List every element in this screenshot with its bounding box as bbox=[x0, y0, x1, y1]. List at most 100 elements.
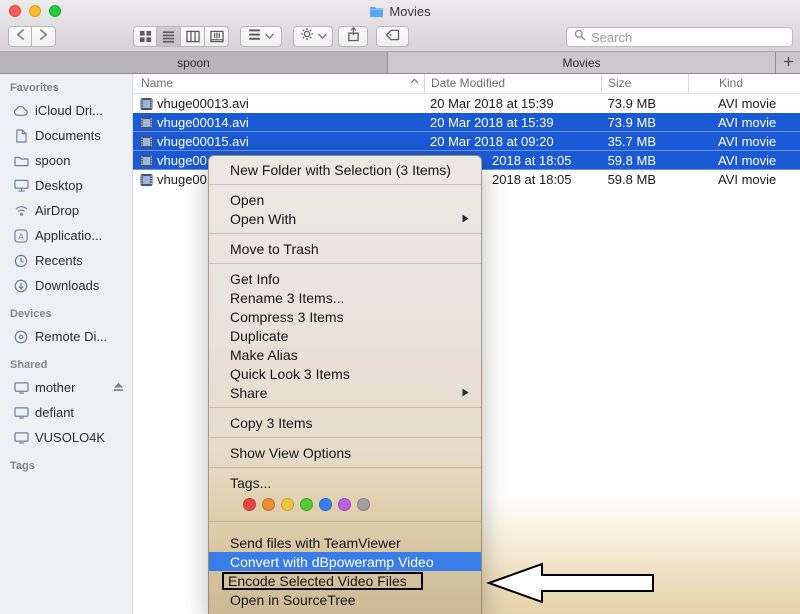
back-button[interactable] bbox=[8, 26, 32, 47]
tag-red[interactable] bbox=[243, 498, 256, 511]
search-icon bbox=[574, 28, 586, 46]
group-button[interactable] bbox=[240, 26, 282, 47]
menu-separator bbox=[209, 184, 481, 185]
sidebar-item-desktop[interactable]: Desktop bbox=[0, 173, 132, 198]
sidebar-item-downloads[interactable]: Downloads bbox=[0, 273, 132, 298]
sidebar-item-defiant[interactable]: defiant bbox=[0, 400, 132, 425]
column-header-size[interactable]: Size bbox=[601, 74, 688, 93]
forward-button[interactable] bbox=[32, 26, 56, 47]
menu-item-label: Rename 3 Items... bbox=[230, 290, 471, 306]
table-row[interactable]: vhuge00015.avi 20 Mar 2018 at 09:20 35.7… bbox=[133, 132, 800, 151]
movie-file-icon bbox=[140, 97, 153, 111]
menu-item-open-with[interactable]: Open With bbox=[209, 209, 481, 228]
file-size: 59.8 MB bbox=[601, 170, 688, 189]
submenu-arrow-icon bbox=[462, 388, 469, 397]
menu-item-open[interactable]: Open bbox=[209, 190, 481, 209]
menu-item-show-view-options[interactable]: Show View Options bbox=[209, 443, 481, 462]
file-size: 73.9 MB bbox=[601, 94, 688, 113]
tab-spoon[interactable]: spoon bbox=[0, 52, 388, 73]
eject-button[interactable] bbox=[113, 382, 124, 392]
list-view-button[interactable] bbox=[157, 26, 181, 47]
movie-file-icon bbox=[140, 154, 153, 168]
sidebar-item-label: Downloads bbox=[35, 278, 99, 293]
tab-bar: spoon Movies bbox=[0, 52, 800, 74]
file-kind: AVI movie bbox=[688, 170, 800, 189]
sidebar-item-applications[interactable]: AApplicatio... bbox=[0, 223, 132, 248]
tag-purple[interactable] bbox=[338, 498, 351, 511]
annotation-left-arrow-icon bbox=[486, 561, 656, 605]
tag-green[interactable] bbox=[300, 498, 313, 511]
menu-item-make-alias[interactable]: Make Alias bbox=[209, 345, 481, 364]
tag-gray[interactable] bbox=[357, 498, 370, 511]
menu-item-copy[interactable]: Copy 3 Items bbox=[209, 413, 481, 432]
icon-view-button[interactable] bbox=[133, 26, 157, 47]
menu-item-compress[interactable]: Compress 3 Items bbox=[209, 307, 481, 326]
sidebar-item-label: Documents bbox=[35, 128, 101, 143]
coverflow-view-button[interactable] bbox=[205, 26, 229, 47]
share-button[interactable] bbox=[338, 26, 368, 47]
movie-file-icon bbox=[140, 116, 153, 130]
chevron-right-icon bbox=[38, 28, 49, 46]
column-label: Name bbox=[141, 76, 173, 90]
sidebar-item-mother[interactable]: mother bbox=[0, 375, 132, 400]
file-name: vhuge00015.avi bbox=[157, 132, 249, 151]
column-view-button[interactable] bbox=[181, 26, 205, 47]
sidebar-item-label: iCloud Dri... bbox=[35, 103, 103, 118]
tag-button[interactable] bbox=[376, 26, 409, 47]
menu-item-convert-dbpoweramp[interactable]: Convert with dBpoweramp Video bbox=[209, 552, 481, 571]
group-by-icon bbox=[248, 28, 261, 46]
menu-item-get-info[interactable]: Get Info bbox=[209, 269, 481, 288]
tab-movies[interactable]: Movies bbox=[388, 52, 776, 73]
table-row[interactable]: vhuge00013.avi 20 Mar 2018 at 15:39 73.9… bbox=[133, 94, 800, 113]
menu-item-new-folder-with-selection[interactable]: New Folder with Selection (3 Items) bbox=[209, 160, 481, 179]
menu-item-send-teamviewer[interactable]: Send files with TeamViewer bbox=[209, 533, 481, 552]
sidebar-item-label: mother bbox=[35, 380, 75, 395]
sidebar-item-recents[interactable]: Recents bbox=[0, 248, 132, 273]
menu-item-tags[interactable]: Tags... bbox=[209, 473, 481, 492]
toolbar bbox=[0, 22, 800, 52]
sidebar-item-remote-disc[interactable]: Remote Di... bbox=[0, 324, 132, 349]
tag-yellow[interactable] bbox=[281, 498, 294, 511]
action-button[interactable] bbox=[293, 26, 333, 47]
menu-item-label: Get Info bbox=[230, 271, 471, 287]
download-icon bbox=[12, 279, 30, 293]
menu-item-encode-selected[interactable]: Encode Selected Video Files bbox=[209, 571, 481, 590]
sidebar: Favorites iCloud Dri... Documents spoon … bbox=[0, 74, 133, 614]
sidebar-item-airdrop[interactable]: AirDrop bbox=[0, 198, 132, 223]
sidebar-item-label: AirDrop bbox=[35, 203, 79, 218]
menu-item-share[interactable]: Share bbox=[209, 383, 481, 402]
tag-blue[interactable] bbox=[319, 498, 332, 511]
sidebar-item-documents[interactable]: Documents bbox=[0, 123, 132, 148]
sidebar-item-spoon[interactable]: spoon bbox=[0, 148, 132, 173]
share-icon bbox=[347, 27, 360, 47]
table-row[interactable]: vhuge00014.avi 20 Mar 2018 at 15:39 73.9… bbox=[133, 113, 800, 132]
menu-item-rename[interactable]: Rename 3 Items... bbox=[209, 288, 481, 307]
menu-item-label: New Folder with Selection (3 Items) bbox=[230, 162, 471, 178]
svg-text:A: A bbox=[18, 231, 24, 241]
column-header-date[interactable]: Date Modified bbox=[424, 74, 601, 93]
movie-file-icon bbox=[140, 135, 153, 149]
file-name: vhuge00013.avi bbox=[157, 94, 249, 113]
file-size: 59.8 MB bbox=[601, 151, 688, 170]
tab-label: Movies bbox=[562, 56, 600, 70]
menu-item-quick-look[interactable]: Quick Look 3 Items bbox=[209, 364, 481, 383]
menu-item-duplicate[interactable]: Duplicate bbox=[209, 326, 481, 345]
column-header-name[interactable]: Name bbox=[133, 74, 424, 93]
new-tab-button[interactable] bbox=[776, 52, 800, 73]
submenu-arrow-icon bbox=[462, 214, 469, 223]
sidebar-item-vusolo4k[interactable]: VUSOLO4K bbox=[0, 425, 132, 450]
sidebar-item-icloud[interactable]: iCloud Dri... bbox=[0, 98, 132, 123]
menu-separator bbox=[209, 521, 481, 522]
menu-item-label: Move to Trash bbox=[230, 241, 471, 257]
menu-item-label: Open With bbox=[230, 211, 462, 227]
gear-icon bbox=[300, 27, 314, 46]
tag-orange[interactable] bbox=[262, 498, 275, 511]
chevron-left-icon bbox=[15, 28, 26, 46]
search-input[interactable] bbox=[591, 30, 792, 45]
column-header-kind[interactable]: Kind bbox=[688, 74, 800, 93]
file-name: vhuge00 bbox=[157, 170, 207, 189]
folder-icon bbox=[12, 155, 30, 167]
menu-item-move-to-trash[interactable]: Move to Trash bbox=[209, 239, 481, 258]
menu-item-open-sourcetree[interactable]: Open in SourceTree bbox=[209, 590, 481, 609]
chevron-down-icon bbox=[318, 33, 327, 40]
